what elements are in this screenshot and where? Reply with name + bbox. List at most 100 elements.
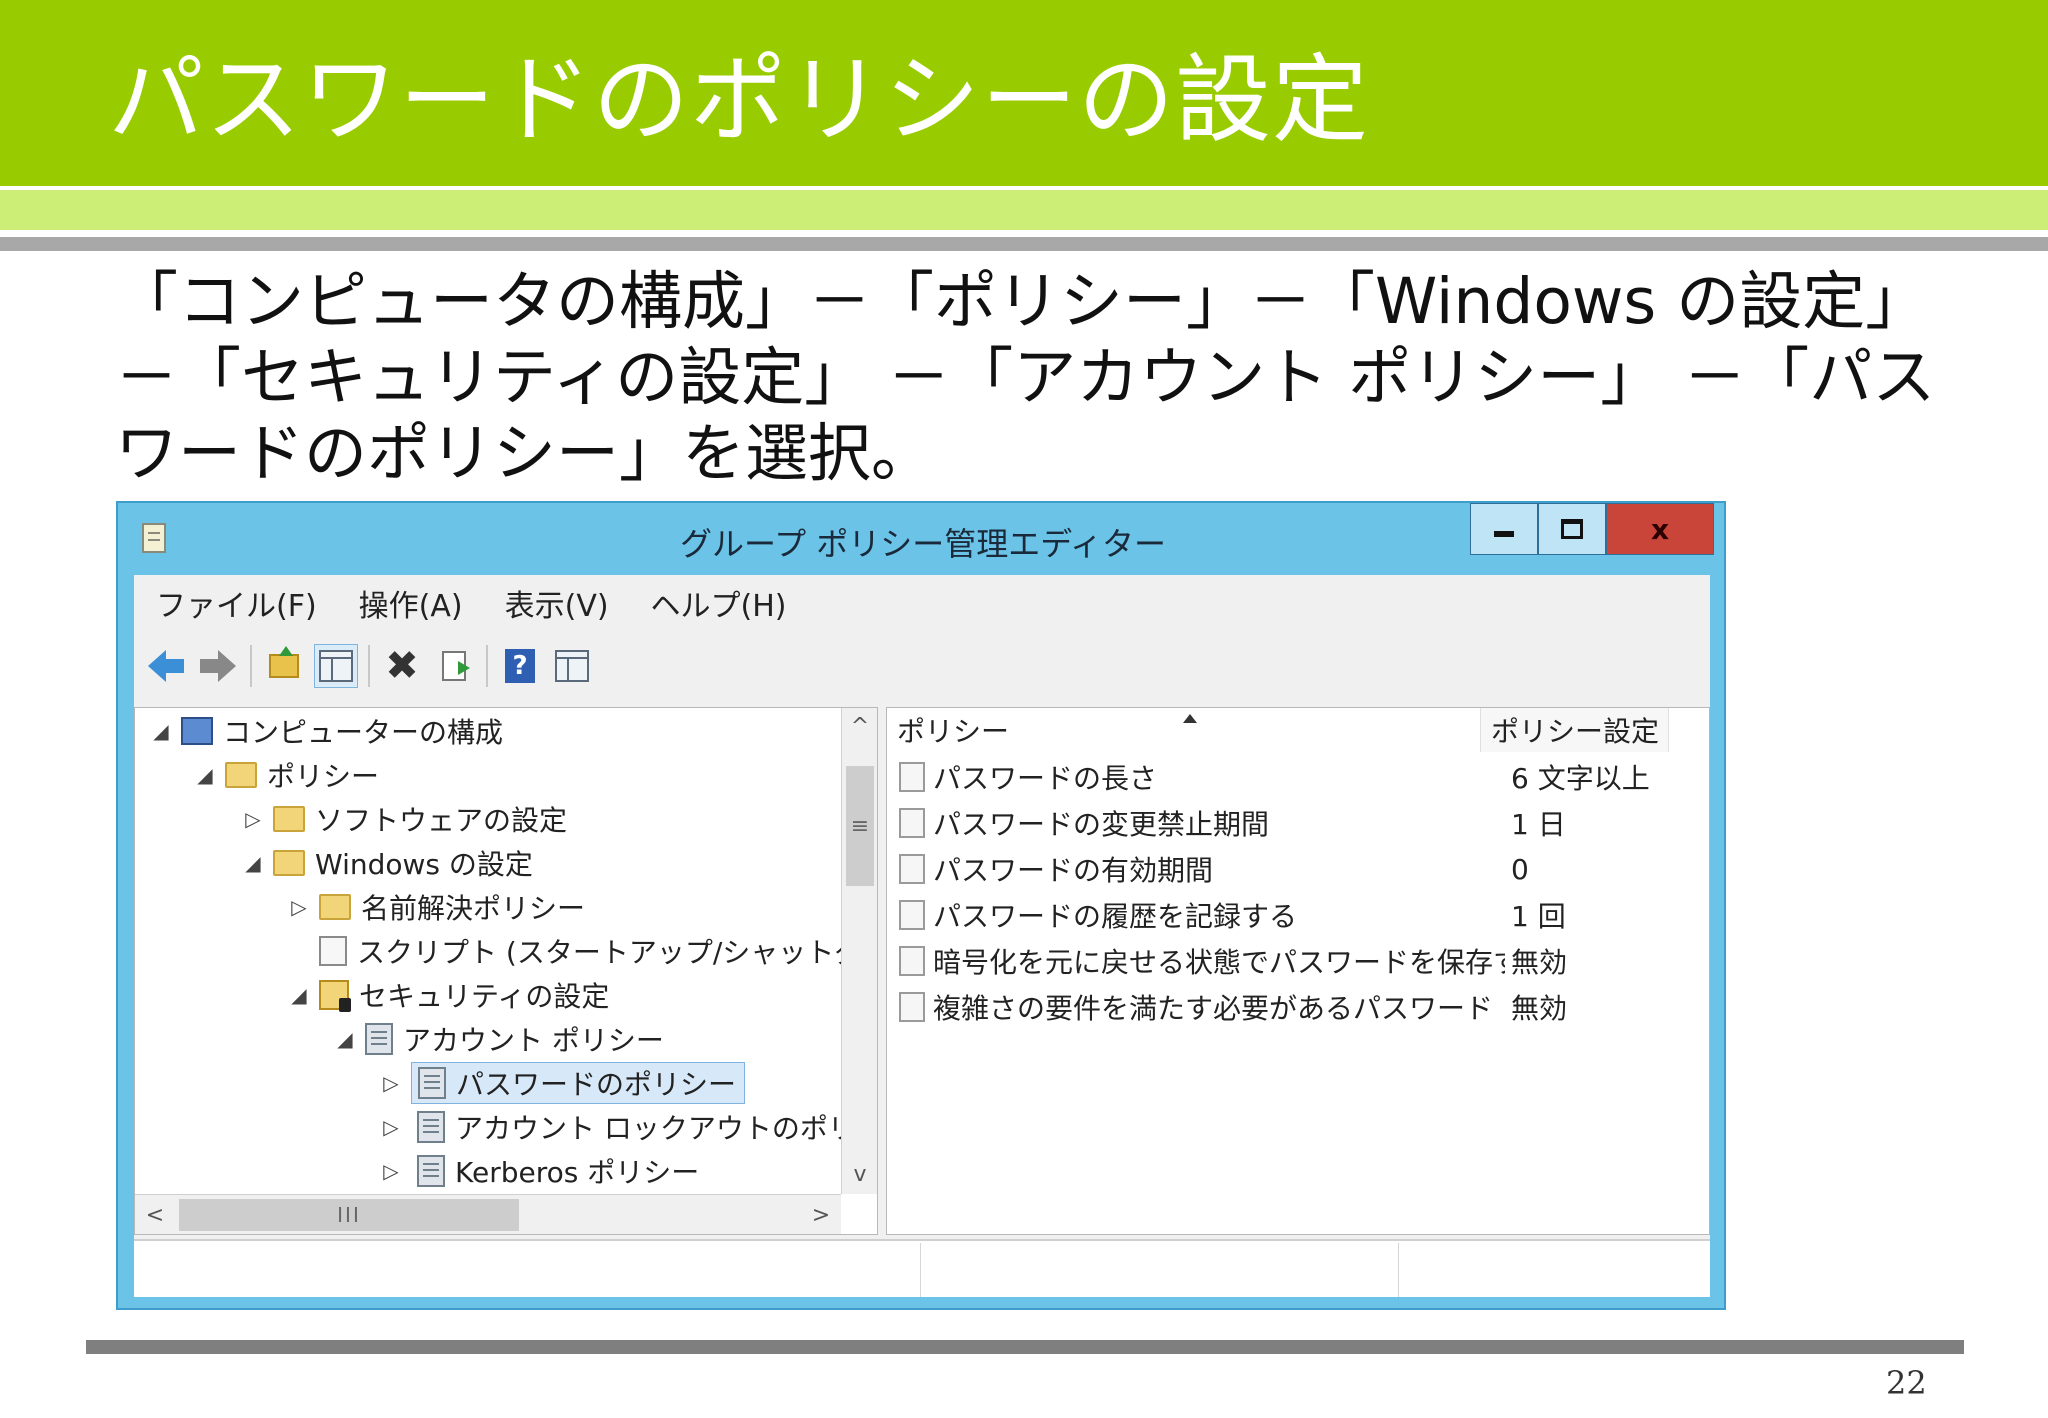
list-item[interactable]: パスワードの長さ 6 文字以上 (887, 754, 1709, 800)
column-header-setting[interactable]: ポリシー設定 (1481, 708, 1669, 752)
policy-setting: 6 文字以上 (1511, 762, 1650, 795)
maximize-button[interactable] (1538, 503, 1606, 555)
menu-bar: ファイル(F) 操作(A) 表示(V) ヘルプ(H) (134, 575, 1710, 631)
list-item[interactable]: 複雑さの要件を満たす必要があるパスワード 無効 (887, 984, 1709, 1030)
folder-icon (225, 762, 257, 788)
status-bar (134, 1239, 1710, 1297)
close-icon: x (1650, 512, 1670, 546)
page-number: 22 (1886, 1364, 1927, 1402)
status-divider (1398, 1243, 1399, 1297)
list-item[interactable]: 暗号化を元に戻せる状態でパスワードを保存する 無効 (887, 938, 1709, 984)
policy-item-icon (899, 808, 925, 838)
gray-band (0, 237, 2048, 251)
policy-item-icon (899, 946, 925, 976)
policy-book-icon (417, 1111, 445, 1143)
window-controls: x (1470, 503, 1714, 555)
tree-item-scripts[interactable]: スクリプト (スタートアップ/シャットダウン) (287, 930, 878, 972)
expand-icon[interactable]: ▷ (379, 1159, 403, 1183)
policy-name: パスワードの有効期間 (933, 854, 1214, 887)
show-action-pane-button[interactable] (550, 644, 594, 688)
tree-horizontal-scrollbar[interactable]: < III > (135, 1194, 841, 1234)
expand-icon[interactable]: ▷ (287, 895, 311, 919)
collapse-icon[interactable]: ◢ (149, 719, 173, 743)
menu-view[interactable]: 表示(V) (505, 581, 609, 625)
tree-vertical-scrollbar[interactable]: ^ ≡ v (841, 708, 877, 1194)
expand-icon[interactable]: ▷ (379, 1115, 403, 1139)
collapse-icon[interactable]: ◢ (241, 851, 265, 875)
show-hide-tree-button[interactable] (314, 644, 358, 688)
toolbar-separator (250, 645, 252, 687)
list-item[interactable]: パスワードの履歴を記録する 1 回 (887, 892, 1709, 938)
scroll-thumb-vertical[interactable]: ≡ (846, 766, 874, 886)
menu-action[interactable]: 操作(A) (359, 581, 463, 625)
policy-setting: 1 回 (1511, 900, 1566, 933)
policy-book-icon (365, 1023, 393, 1055)
close-button[interactable]: x (1606, 503, 1714, 555)
menu-help[interactable]: ヘルプ(H) (651, 581, 787, 625)
computer-icon (181, 717, 213, 745)
collapse-icon[interactable]: ◢ (333, 1027, 357, 1051)
policy-name: パスワードの履歴を記録する (933, 900, 1298, 933)
back-button[interactable] (144, 644, 188, 688)
policy-name: パスワードの長さ (933, 762, 1158, 795)
instruction-text: 「コンピュータの構成」－「ポリシー」－「Windows の設定」－「セキュリティ… (115, 265, 1936, 490)
tree-item-account-policies[interactable]: ◢ アカウント ポリシー (333, 1018, 664, 1060)
back-arrow-icon (148, 650, 184, 682)
tree-item-account-lockout-policy[interactable]: ▷ アカウント ロックアウトのポリシー (379, 1106, 877, 1148)
slide-title: パスワードのポリシーの設定 (108, 44, 1369, 156)
console-tree-icon (319, 650, 353, 682)
collapse-icon[interactable]: ◢ (287, 983, 311, 1007)
forward-arrow-icon (200, 650, 236, 682)
security-settings-icon (319, 980, 351, 1012)
toolbar-separator (486, 645, 488, 687)
tree-item-software-settings[interactable]: ▷ ソフトウェアの設定 (241, 798, 567, 840)
tree-selection-highlight: パスワードのポリシー (411, 1062, 746, 1104)
folder-icon (319, 894, 351, 920)
console-tree: ◢ コンピューターの構成 ◢ ポリシー ▷ ソフトウェアの設定 ◢ Window… (134, 707, 878, 1235)
policy-setting: 0 (1511, 852, 1529, 886)
maximize-icon (1561, 519, 1583, 539)
minimize-button[interactable] (1470, 503, 1538, 555)
delete-button[interactable]: ✖ (380, 644, 424, 688)
tree-item-label: 名前解決ポリシー (361, 892, 586, 925)
forward-button[interactable] (196, 644, 240, 688)
help-button[interactable]: ? (498, 644, 542, 688)
policy-book-icon (418, 1067, 446, 1099)
scroll-right-icon[interactable]: > (801, 1195, 841, 1234)
tree-item-label: ポリシー (267, 760, 380, 793)
policy-item-icon (899, 854, 925, 884)
scroll-left-icon[interactable]: < (135, 1195, 175, 1234)
folder-icon (273, 850, 305, 876)
scroll-down-icon[interactable]: v (842, 1156, 877, 1192)
expand-icon[interactable]: ▷ (379, 1071, 403, 1095)
scroll-thumb-horizontal[interactable]: III (179, 1199, 519, 1231)
tree-item-computer-config[interactable]: ◢ コンピューターの構成 (149, 710, 503, 752)
menu-file[interactable]: ファイル(F) (156, 581, 317, 625)
tree-item-security-settings[interactable]: ◢ セキュリティの設定 (287, 974, 609, 1016)
toolbar: ✖ ? (134, 631, 1710, 701)
up-level-button[interactable] (262, 644, 306, 688)
tree-item-label: スクリプト (スタートアップ/シャットダウン) (357, 936, 878, 969)
tree-item-label: ソフトウェアの設定 (315, 804, 568, 837)
gp-editor-window: グループ ポリシー管理エディター x ファイル(F) 操作(A) 表示(V) ヘ… (116, 501, 1726, 1310)
list-item[interactable]: パスワードの有効期間 0 (887, 846, 1709, 892)
tree-item-password-policy[interactable]: ▷ パスワードのポリシー (379, 1062, 746, 1104)
minimize-icon (1494, 531, 1514, 537)
collapse-icon[interactable]: ◢ (193, 763, 217, 787)
list-item[interactable]: パスワードの変更禁止期間 1 日 (887, 800, 1709, 846)
accent-band (0, 190, 2048, 230)
scroll-up-icon[interactable]: ^ (842, 708, 877, 744)
tree-item-label: コンピューターの構成 (223, 716, 504, 749)
tree-item-kerberos-policy[interactable]: ▷ Kerberos ポリシー (379, 1150, 699, 1192)
expand-icon[interactable]: ▷ (241, 807, 265, 831)
policy-setting: 無効 (1511, 992, 1568, 1025)
up-folder-icon (269, 646, 299, 678)
column-header-policy[interactable]: ポリシー (887, 708, 1481, 752)
column-header-label: ポリシー設定 (1491, 715, 1660, 748)
tree-item-windows-settings[interactable]: ◢ Windows の設定 (241, 842, 533, 884)
tree-item-label: アカウント ポリシー (403, 1024, 664, 1057)
tree-item-label: Kerberos ポリシー (455, 1156, 700, 1189)
tree-item-policies[interactable]: ◢ ポリシー (193, 754, 379, 796)
export-list-button[interactable] (432, 644, 476, 688)
tree-item-name-resolution-policy[interactable]: ▷ 名前解決ポリシー (287, 886, 585, 928)
